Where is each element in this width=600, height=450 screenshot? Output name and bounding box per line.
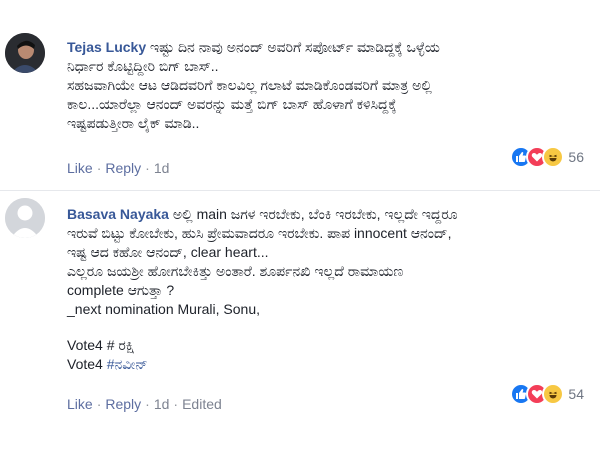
reply-link[interactable]: Reply: [105, 396, 141, 412]
avatar[interactable]: [5, 198, 45, 238]
reactions-summary[interactable]: 56: [510, 146, 584, 168]
reactions-summary[interactable]: 54: [510, 383, 584, 405]
comment-text: Tejas Lucky ಇಷ್ಟು ದಿನ ನಾವು ಅನಂದ್ ಅವರಿಗೆ …: [67, 39, 440, 131]
like-link[interactable]: Like: [67, 396, 93, 412]
comment-author[interactable]: Tejas Lucky: [67, 39, 146, 55]
reply-link[interactable]: Reply: [105, 160, 141, 176]
comment-actions: Like · Reply · 1d · Edited: [67, 396, 222, 412]
comment-actions: Like · Reply · 1d: [67, 160, 170, 176]
reaction-count: 56: [568, 149, 584, 165]
reaction-count: 54: [568, 386, 584, 402]
comment-1: Tejas Lucky ಇಷ್ಟು ದಿನ ನಾವು ಅನಂದ್ ಅವರಿಗೆ …: [0, 0, 600, 190]
comment-timestamp[interactable]: 1d: [154, 396, 170, 412]
comment-2: Basava Nayaka ಅಲ್ಲಿ main ಜಗಳ ಇರಬೇಕು, ಬೆಂ…: [0, 190, 600, 450]
vote-lines: Vote4 # ರಕ್ಷಿ Vote4 #ನವೀನ್: [67, 337, 148, 372]
haha-icon: [542, 383, 565, 405]
edited-label[interactable]: Edited: [182, 396, 222, 412]
haha-icon: [542, 146, 565, 168]
comment-author[interactable]: Basava Nayaka: [67, 206, 169, 222]
hashtag-link[interactable]: #ನವೀನ್: [107, 356, 148, 372]
comment-text: Basava Nayaka ಅಲ್ಲಿ main ಜಗಳ ಇರಬೇಕು, ಬೆಂ…: [67, 206, 458, 317]
like-link[interactable]: Like: [67, 160, 93, 176]
avatar[interactable]: [5, 33, 45, 73]
comment-timestamp[interactable]: 1d: [154, 160, 170, 176]
